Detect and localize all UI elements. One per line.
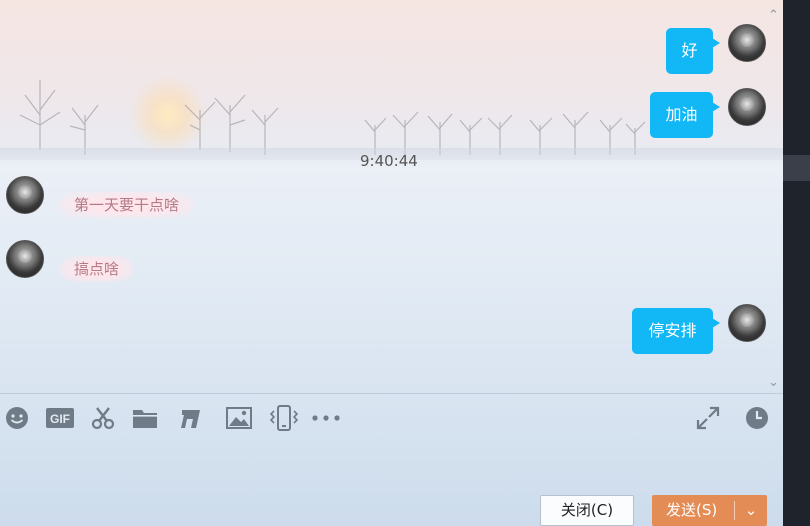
input-divider xyxy=(0,393,783,394)
outgoing-message: 加油 xyxy=(650,92,720,138)
folder-icon[interactable] xyxy=(131,404,159,432)
message-text: 好 xyxy=(681,41,698,60)
message-input[interactable] xyxy=(0,440,783,490)
send-options-chevron-icon[interactable]: ⌄ xyxy=(740,495,762,526)
side-panel-marker xyxy=(783,155,810,181)
incoming-message: 搞点啥 xyxy=(60,256,134,282)
gif-label: GIF xyxy=(50,412,70,426)
input-toolbar: GIF xyxy=(0,400,783,438)
avatar[interactable] xyxy=(728,24,766,62)
more-icon[interactable] xyxy=(311,404,341,432)
send-button[interactable]: 发送(S) ⌄ xyxy=(652,495,767,526)
message-timestamp: 9:40:44 xyxy=(360,152,418,170)
emoji-icon[interactable] xyxy=(3,404,31,432)
message-text: 第一天要干点啥 xyxy=(74,196,180,214)
avatar[interactable] xyxy=(6,176,44,214)
scroll-up-icon[interactable]: ⌃ xyxy=(768,8,779,23)
expand-icon[interactable] xyxy=(694,404,722,432)
send-button-separator xyxy=(734,501,735,520)
scissors-icon[interactable] xyxy=(89,404,117,432)
music-icon[interactable] xyxy=(177,404,205,432)
send-button-label: 发送(S) xyxy=(666,501,718,519)
shake-icon[interactable] xyxy=(268,404,300,432)
message-text: 停安排 xyxy=(648,321,697,340)
image-icon[interactable] xyxy=(225,404,253,432)
gif-icon[interactable]: GIF xyxy=(45,404,75,432)
history-clock-icon[interactable] xyxy=(743,404,771,432)
message-text: 加油 xyxy=(665,105,698,124)
avatar[interactable] xyxy=(728,304,766,342)
message-text: 搞点啥 xyxy=(74,260,120,278)
avatar[interactable] xyxy=(728,88,766,126)
outgoing-message: 好 xyxy=(666,28,720,74)
message-list[interactable]: ⌃ 好 加油 9:40:44 第一天要干点啥 搞点啥 停安排 ⌄ xyxy=(0,0,783,393)
side-panel-edge xyxy=(783,0,810,526)
outgoing-message: 停安排 xyxy=(632,308,720,354)
incoming-message: 第一天要干点啥 xyxy=(60,192,194,218)
avatar[interactable] xyxy=(6,240,44,278)
close-button[interactable]: 关闭(C) xyxy=(540,495,634,526)
scroll-down-icon[interactable]: ⌄ xyxy=(768,375,779,390)
